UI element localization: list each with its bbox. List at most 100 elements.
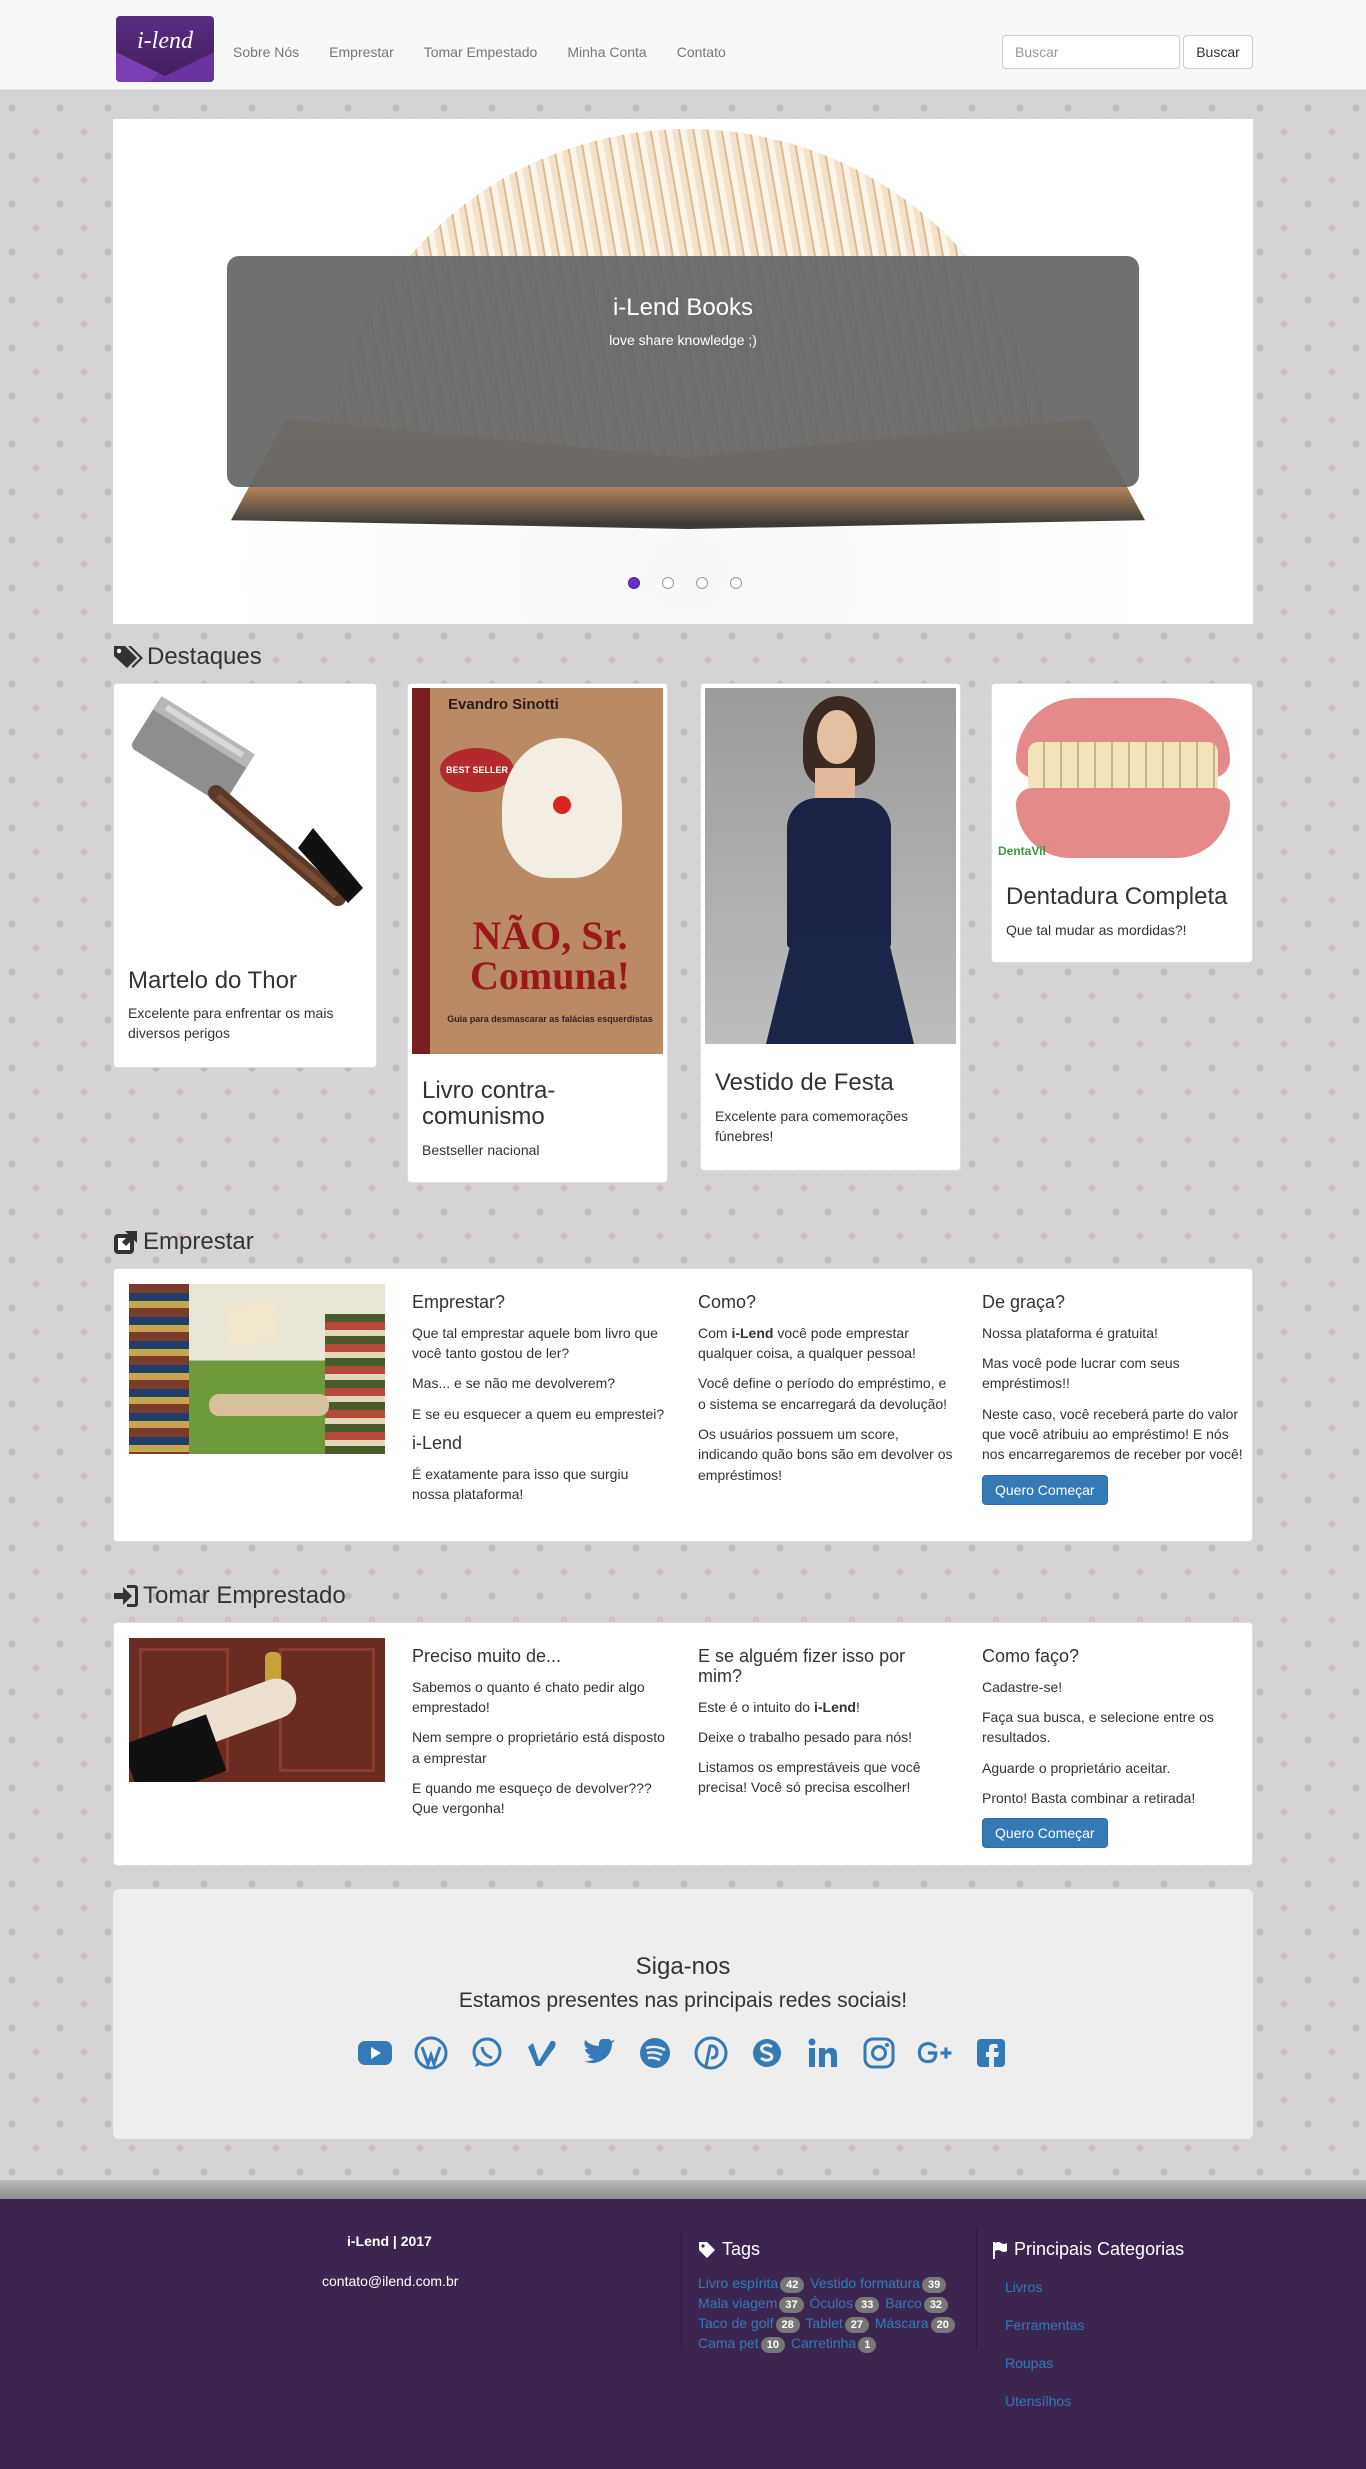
tomar-panel: Preciso muito de... Sabemos o quanto é c… bbox=[113, 1622, 1253, 1866]
dress-image bbox=[705, 688, 956, 1044]
skype-icon[interactable] bbox=[749, 2035, 785, 2071]
tag-link[interactable]: Carretinha bbox=[791, 2335, 856, 2351]
tag-count-badge: 28 bbox=[775, 2317, 800, 2333]
twitter-icon[interactable] bbox=[581, 2035, 617, 2071]
card-text: Que tal mudar as mordidas?! bbox=[1006, 922, 1187, 938]
nav-link-tomar-empestado[interactable]: Tomar Empestado bbox=[424, 44, 538, 60]
col-text: Faça sua busca, e selecione entre os res… bbox=[982, 1709, 1214, 1746]
col-heading: De graça? bbox=[982, 1292, 1066, 1312]
carousel-dot-2[interactable] bbox=[662, 577, 674, 589]
spotify-icon[interactable] bbox=[637, 2035, 673, 2071]
category-link-ferramentas[interactable]: Ferramentas bbox=[1005, 2317, 1084, 2333]
featured-card-dentadura[interactable]: DentaVil Dentadura Completa Que tal muda… bbox=[991, 683, 1253, 963]
tag-link[interactable]: Taco de golf bbox=[698, 2315, 774, 2331]
card-text: Bestseller nacional bbox=[422, 1142, 540, 1158]
tomar-start-button[interactable]: Quero Começar bbox=[982, 1818, 1108, 1849]
card-title: Vestido de Festa bbox=[715, 1069, 894, 1096]
emprestar-start-button[interactable]: Quero Começar bbox=[982, 1474, 1108, 1505]
facebook-icon[interactable] bbox=[973, 2035, 1009, 2071]
tag-icon bbox=[699, 2241, 715, 2258]
tag-link[interactable]: Tablet bbox=[805, 2315, 842, 2331]
reading-girl-image bbox=[129, 1284, 385, 1454]
destaques-title: Destaques bbox=[147, 643, 262, 670]
col-text: E quando me esqueço de devolver??? Que v… bbox=[412, 1779, 652, 1817]
tomar-heading: Tomar Emprestado bbox=[113, 1582, 346, 1610]
col-text: Mas você pode lucrar com seus empréstimo… bbox=[982, 1355, 1180, 1392]
tomar-col-2: E se alguém fizer isso por mim? Este é o… bbox=[698, 1646, 953, 1808]
footer-divider bbox=[681, 2229, 682, 2349]
nav-link-sobre-nos[interactable]: Sobre Nós bbox=[233, 44, 299, 60]
col-text: É exatamente para isso que surgiu nossa … bbox=[412, 1465, 629, 1503]
tag-link[interactable]: Mala viagem bbox=[698, 2295, 777, 2311]
footer-shadow bbox=[0, 2180, 1366, 2200]
google-plus-icon[interactable] bbox=[917, 2035, 953, 2071]
col-heading: Preciso muito de... bbox=[412, 1646, 562, 1666]
social-subtitle: Estamos presentes nas principais redes s… bbox=[458, 1989, 908, 2012]
linkedin-icon[interactable] bbox=[805, 2035, 841, 2071]
tomar-col-1: Preciso muito de... Sabemos o quanto é c… bbox=[412, 1646, 667, 1829]
search-button[interactable]: Buscar bbox=[1183, 35, 1253, 69]
featured-card-martelo[interactable]: Martelo do Thor Excelente para enfrentar… bbox=[113, 683, 377, 1068]
youtube-icon[interactable] bbox=[357, 2035, 393, 2071]
tag-count-badge: 27 bbox=[844, 2317, 869, 2333]
featured-card-livro[interactable]: Evandro Sinotti BEST SELLER NÃO, Sr. Com… bbox=[407, 683, 668, 1183]
carousel-dot-4[interactable] bbox=[730, 577, 742, 589]
nav-link-emprestar[interactable]: Emprestar bbox=[329, 44, 394, 60]
nav-link-contato[interactable]: Contato bbox=[677, 44, 726, 60]
carousel-dot-1[interactable] bbox=[628, 577, 640, 589]
category-link-livros[interactable]: Livros bbox=[1005, 2279, 1084, 2295]
emprestar-title: Emprestar bbox=[143, 1228, 254, 1255]
logo[interactable]: i-lend bbox=[116, 16, 214, 82]
denture-logo: DentaVil bbox=[998, 844, 1046, 858]
tag-count-badge: 1 bbox=[858, 2337, 877, 2353]
instagram-icon[interactable] bbox=[861, 2035, 897, 2071]
navbar: i-lend Sobre Nós Emprestar Tomar Empesta… bbox=[0, 0, 1366, 90]
col-text: E se eu esquecer a quem eu emprestei? bbox=[412, 1405, 665, 1422]
col-text: Listamos os emprestáveis que você precis… bbox=[698, 1759, 921, 1796]
carousel-dot-3[interactable] bbox=[696, 577, 708, 589]
card-text: Excelente para comemorações fúnebres! bbox=[715, 1108, 908, 1145]
footer-email: contato@ilend.com.br bbox=[322, 2273, 459, 2289]
cover-author: Evandro Sinotti bbox=[448, 696, 559, 713]
col-text: Este é o intuito do i-Lend! bbox=[698, 1698, 860, 1715]
tag-link[interactable]: Vestido formatura bbox=[810, 2275, 920, 2291]
logo-text: i-lend bbox=[137, 28, 193, 54]
tag-count-badge: 32 bbox=[923, 2297, 949, 2313]
tag-count-badge: 39 bbox=[922, 2277, 947, 2293]
col-text: Mas... e se não me devolverem? bbox=[412, 1375, 616, 1392]
tag-link[interactable]: Cama pet bbox=[698, 2335, 759, 2351]
emprestar-panel: Emprestar? Que tal emprestar aquele bom … bbox=[113, 1268, 1253, 1542]
col-text: Pronto! Basta combinar a retirada! bbox=[982, 1789, 1196, 1806]
card-title: Livro contra-comunismo bbox=[422, 1077, 556, 1131]
carousel-title: i-Lend Books bbox=[612, 294, 754, 321]
destaques-heading: Destaques bbox=[113, 643, 262, 671]
col-text: Aguarde o proprietário aceitar. bbox=[982, 1759, 1171, 1776]
category-link-utensilhos[interactable]: Utensílhos bbox=[1005, 2393, 1084, 2409]
tag-link[interactable]: Livro espírita bbox=[698, 2275, 778, 2291]
vimeo-icon[interactable] bbox=[525, 2035, 561, 2071]
whatsapp-icon[interactable] bbox=[469, 2035, 505, 2071]
share-square-icon bbox=[114, 1231, 137, 1254]
carousel-caption: i-Lend Books love share knowledge ;) bbox=[227, 256, 1139, 487]
tag-link[interactable]: Barco bbox=[885, 2295, 922, 2311]
featured-card-vestido[interactable]: Vestido de Festa Excelente para comemora… bbox=[700, 683, 961, 1171]
social-icons bbox=[113, 2035, 1253, 2071]
hammer-image bbox=[118, 688, 372, 918]
nav-link-minha-conta[interactable]: Minha Conta bbox=[567, 44, 646, 60]
tag-link[interactable]: Máscara bbox=[875, 2315, 929, 2331]
emprestar-col-3: De graça? Nossa plataforma é gratuita! M… bbox=[982, 1292, 1244, 1505]
tag-count-badge: 33 bbox=[855, 2297, 880, 2313]
carousel: i-Lend Books love share knowledge ;) bbox=[113, 119, 1253, 624]
denture-image: DentaVil bbox=[996, 688, 1248, 863]
cover-subtitle: Guia para desmascarar as falácias esquer… bbox=[447, 1014, 653, 1024]
tag-link[interactable]: Óculos bbox=[810, 2295, 854, 2311]
wordpress-icon[interactable] bbox=[413, 2035, 449, 2071]
social-section: Siga-nos Estamos presentes nas principai… bbox=[113, 1889, 1253, 2139]
tag-cloud: Livro espírita 42 Vestido formatura 39 Mal… bbox=[698, 2273, 968, 2353]
pinterest-icon[interactable] bbox=[693, 2035, 729, 2071]
search-input[interactable] bbox=[1002, 35, 1180, 69]
emprestar-heading: Emprestar bbox=[113, 1228, 254, 1256]
best-seller-badge: BEST SELLER bbox=[440, 748, 514, 792]
col-text: Neste caso, você receberá parte do valor… bbox=[982, 1405, 1243, 1463]
category-link-roupas[interactable]: Roupas bbox=[1005, 2355, 1084, 2371]
